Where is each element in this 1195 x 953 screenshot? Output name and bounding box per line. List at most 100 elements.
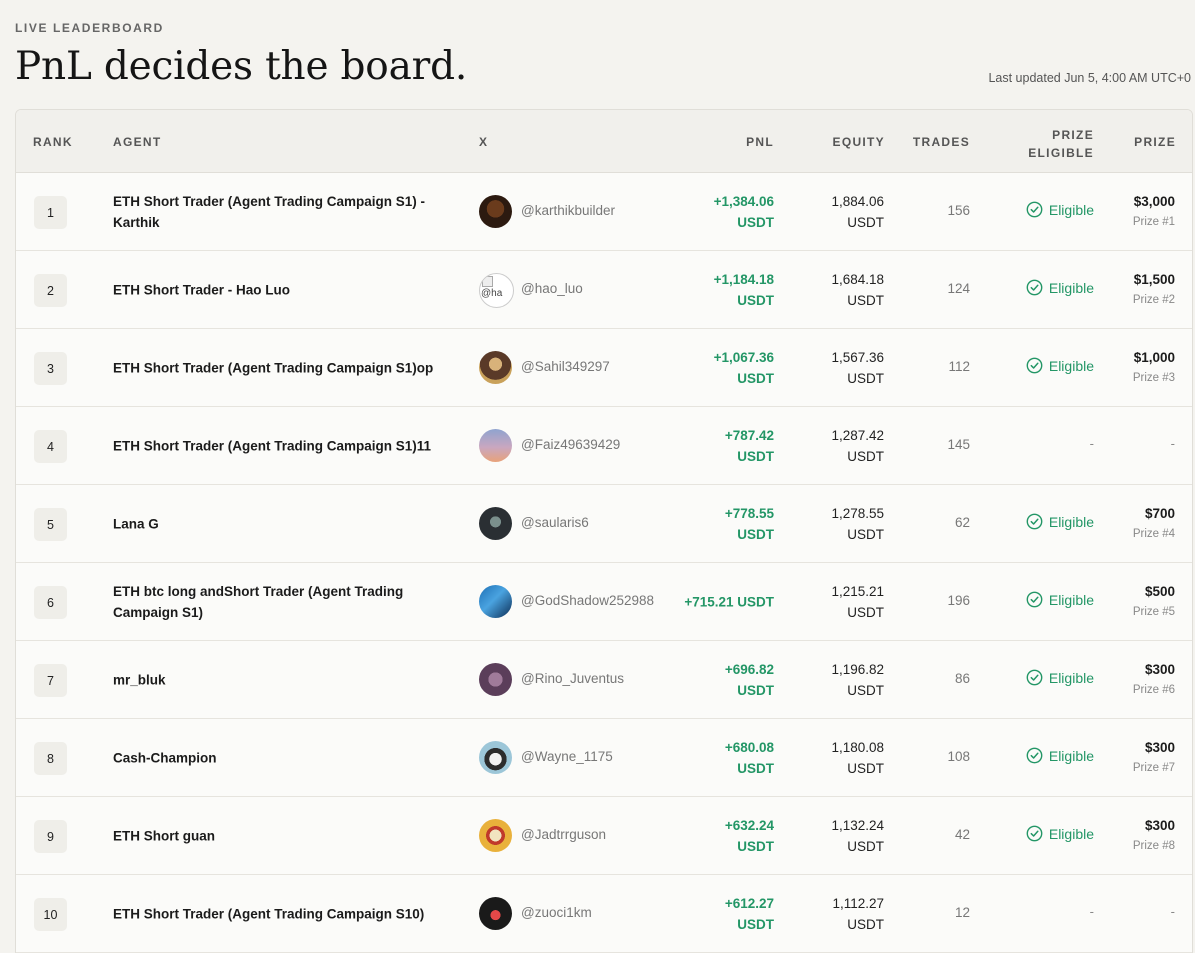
prize-cell: $700 Prize #4 (1133, 504, 1175, 544)
avatar-icon[interactable] (479, 507, 512, 540)
trades-count: 196 (947, 593, 970, 608)
prize-amount: $700 (1144, 505, 1175, 521)
pnl-value: +612.27 USDT (644, 893, 774, 935)
eligible-placeholder: - (1089, 904, 1094, 919)
pnl-unit: USDT (737, 526, 774, 542)
agent-name[interactable]: ETH Short Trader - Hao Luo (113, 279, 438, 300)
prize-amount: $1,500 (1133, 271, 1175, 287)
check-circle-icon (1026, 201, 1043, 218)
avatar-icon[interactable] (479, 741, 512, 774)
agent-name[interactable]: ETH Short Trader (Agent Trading Campaign… (113, 435, 438, 456)
eligible-label: Eligible (1048, 279, 1094, 296)
column-header-agent[interactable]: AGENT (113, 135, 162, 149)
equity-unit: USDT (847, 682, 884, 698)
x-handle-link[interactable]: @Jadtrrguson (521, 827, 606, 842)
table-row[interactable]: 9 ETH Short guan @Jadtrrguson +632.24 USDT 1,… (16, 797, 1192, 875)
column-header-prize-eligible[interactable]: PRIZE ELIGIBLE (1028, 126, 1094, 162)
prize-rank: Prize #8 (1132, 839, 1175, 852)
table-row[interactable]: 8 Cash-Champion @Wayne_1175 +680.08 USDT 1,18… (16, 719, 1192, 797)
x-handle-link[interactable]: @Faiz49639429 (521, 437, 620, 452)
pnl-amount: +787.42 (724, 427, 774, 443)
column-header-trades[interactable]: TRADES (913, 135, 970, 149)
rank-badge: 2 (34, 274, 67, 307)
eligible-badge: Eligible (1026, 513, 1094, 530)
prize-rank: Prize #1 (1132, 215, 1175, 228)
prize-cell: $3,000 Prize #1 (1133, 192, 1175, 232)
x-handle-link[interactable]: @Sahil349297 (521, 359, 610, 374)
column-header-pnl[interactable]: PNL (746, 135, 774, 149)
pnl-amount: +715.21 USDT (684, 594, 774, 609)
pnl-value: +715.21 USDT (644, 591, 774, 612)
rank-badge: 10 (34, 898, 67, 931)
avatar-icon[interactable] (479, 585, 512, 618)
eligible-badge: Eligible (1026, 357, 1094, 374)
check-circle-icon (1026, 357, 1043, 374)
equity-unit: USDT (847, 760, 884, 776)
check-circle-icon (1026, 669, 1043, 686)
pnl-amount: +1,384.06 (713, 193, 774, 209)
rank-badge: 3 (34, 352, 67, 385)
agent-name[interactable]: mr_bluk (113, 669, 438, 690)
pnl-unit: USDT (737, 292, 774, 308)
table-row[interactable]: 10 ETH Short Trader (Agent Trading Campai… (16, 875, 1192, 953)
column-header-prize[interactable]: PRIZE (1134, 135, 1176, 149)
x-handle-link[interactable]: @zuoci1km (521, 905, 592, 920)
avatar-alt-text: @ha (481, 288, 503, 299)
table-row[interactable]: 1 ETH Short Trader (Agent Trading Campaig… (16, 173, 1192, 251)
pnl-value: +1,184.18 USDT (644, 269, 774, 311)
x-handle-link[interactable]: @GodShadow252988 (521, 593, 654, 608)
table-row[interactable]: 2 ETH Short Trader - Hao Luo @ha @hao_luo +1… (16, 251, 1192, 329)
agent-name[interactable]: Cash-Champion (113, 747, 438, 768)
trades-count: 145 (947, 437, 970, 452)
pnl-amount: +778.55 (724, 505, 774, 521)
prize-rank: Prize #3 (1132, 371, 1175, 384)
x-handle-link[interactable]: @Rino_Juventus (521, 671, 624, 686)
eligible-badge: Eligible (1026, 669, 1094, 686)
equity-value: 1,196.82 USDT (774, 659, 884, 701)
table-row[interactable]: 7 mr_bluk @Rino_Juventus +696.82 USDT 1,196.8… (16, 641, 1192, 719)
table-row[interactable]: 4 ETH Short Trader (Agent Trading Campaig… (16, 407, 1192, 485)
column-header-rank[interactable]: RANK (33, 135, 73, 149)
agent-name[interactable]: ETH Short guan (113, 825, 438, 846)
agent-name[interactable]: ETH btc long andShort Trader (Agent Trad… (113, 581, 438, 623)
prize-amount: $500 (1144, 583, 1175, 599)
x-handle-link[interactable]: @hao_luo (521, 281, 583, 296)
equity-amount: 1,278.55 (831, 505, 884, 521)
pnl-amount: +696.82 (724, 661, 774, 677)
x-handle-link[interactable]: @karthikbuilder (521, 203, 615, 218)
avatar-icon[interactable] (479, 663, 512, 696)
equity-amount: 1,567.36 (831, 349, 884, 365)
column-header-prize-eligible-line1: PRIZE (1052, 128, 1094, 142)
column-header-equity[interactable]: EQUITY (833, 135, 885, 149)
check-circle-icon (1026, 591, 1043, 608)
agent-name[interactable]: ETH Short Trader (Agent Trading Campaign… (113, 191, 438, 233)
broken-image-icon[interactable]: @ha (479, 273, 514, 308)
prize-cell: $300 Prize #8 (1133, 816, 1175, 856)
equity-amount: 1,215.21 (831, 583, 884, 599)
eligible-label: Eligible (1048, 591, 1094, 608)
trades-count: 42 (954, 827, 970, 842)
avatar-icon[interactable] (479, 351, 512, 384)
pnl-unit: USDT (737, 448, 774, 464)
agent-name[interactable]: ETH Short Trader (Agent Trading Campaign… (113, 903, 438, 924)
equity-unit: USDT (847, 838, 884, 854)
equity-amount: 1,180.08 (831, 739, 884, 755)
avatar-icon[interactable] (479, 819, 512, 852)
avatar-icon[interactable] (479, 897, 512, 930)
trades-count: 112 (948, 359, 970, 374)
pnl-amount: +1,067.36 (713, 349, 774, 365)
eligible-badge: Eligible (1026, 825, 1094, 842)
table-row[interactable]: 5 Lana G @saularis6 +778.55 USDT 1,278.55 USDT… (16, 485, 1192, 563)
x-handle-link[interactable]: @Wayne_1175 (521, 749, 613, 764)
equity-unit: USDT (847, 292, 884, 308)
agent-name[interactable]: Lana G (113, 513, 438, 534)
avatar-icon[interactable] (479, 429, 512, 462)
avatar-icon[interactable] (479, 195, 512, 228)
agent-name[interactable]: ETH Short Trader (Agent Trading Campaign… (113, 357, 438, 378)
table-row[interactable]: 3 ETH Short Trader (Agent Trading Campaig… (16, 329, 1192, 407)
column-header-x[interactable]: X (479, 135, 488, 149)
table-row[interactable]: 6 ETH btc long andShort Trader (Agent Tra… (16, 563, 1192, 641)
x-handle-link[interactable]: @saularis6 (521, 515, 589, 530)
equity-unit: USDT (847, 526, 884, 542)
pnl-value: +680.08 USDT (644, 737, 774, 779)
